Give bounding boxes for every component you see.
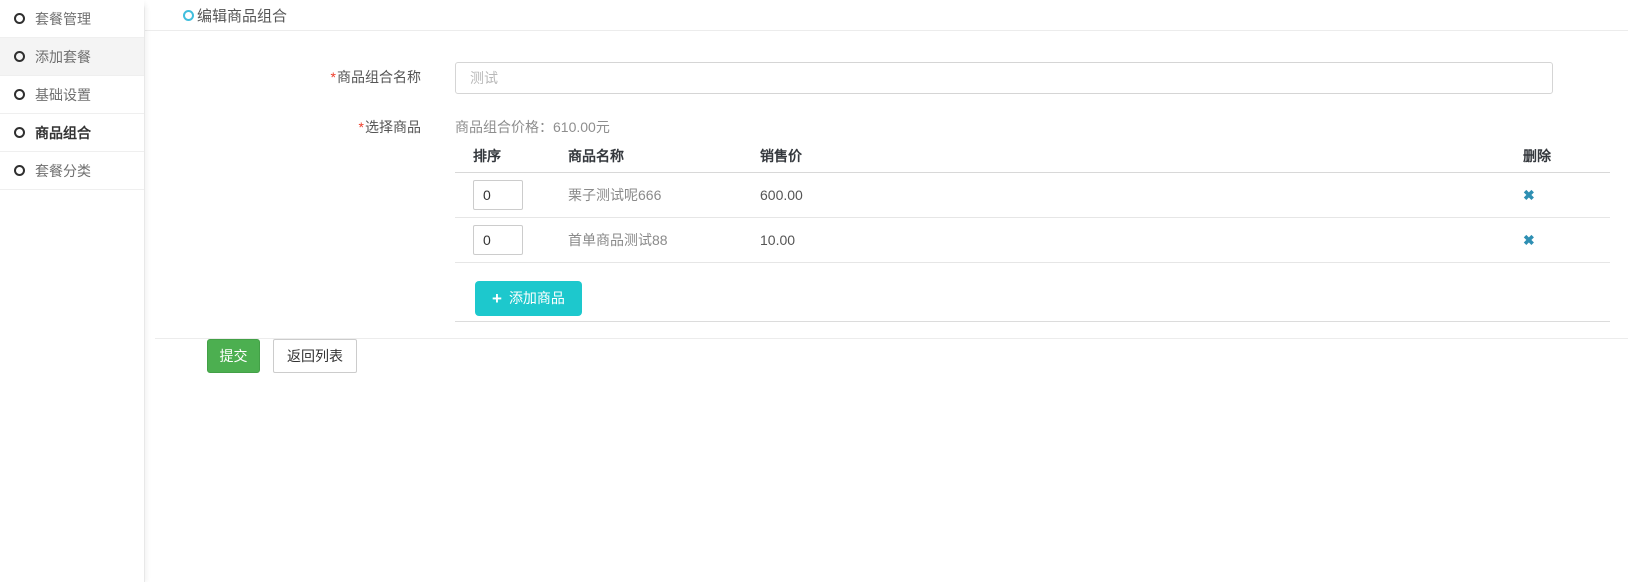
- radio-circle-icon: [14, 13, 25, 24]
- col-header-delete: 删除: [1523, 140, 1610, 172]
- page-title: 编辑商品组合: [197, 5, 287, 26]
- required-asterisk: *: [359, 119, 364, 135]
- combination-name-input[interactable]: [455, 62, 1553, 94]
- add-goods-button[interactable]: + 添加商品: [475, 281, 582, 316]
- required-asterisk: *: [331, 69, 336, 85]
- plus-icon: +: [492, 290, 502, 307]
- goods-name: 栗子测试呢666: [568, 172, 760, 217]
- delete-row-button[interactable]: ✖: [1523, 188, 1535, 202]
- goods-price: 10.00: [760, 217, 1523, 262]
- radio-circle-icon: [14, 89, 25, 100]
- col-header-price: 销售价: [760, 140, 1523, 172]
- combination-name-label: *商品组合名称: [150, 67, 421, 87]
- delete-row-button[interactable]: ✖: [1523, 233, 1535, 247]
- x-icon: ✖: [1523, 232, 1535, 248]
- circle-icon: [183, 10, 194, 21]
- sidebar-item-label: 套餐管理: [35, 9, 91, 29]
- footer-divider: [155, 338, 1628, 339]
- radio-circle-icon: [14, 165, 25, 176]
- goods-table: 排序 商品名称 销售价 删除 栗子测试呢666 600.00 ✖: [455, 140, 1610, 322]
- select-goods-label: *选择商品: [150, 117, 421, 137]
- sidebar-item-product-combination[interactable]: 商品组合: [0, 114, 144, 152]
- sidebar-item-package-management[interactable]: 套餐管理: [0, 0, 144, 38]
- submit-button[interactable]: 提交: [207, 339, 260, 373]
- sidebar-item-label: 基础设置: [35, 85, 91, 105]
- x-icon: ✖: [1523, 187, 1535, 203]
- page-header: 编辑商品组合: [145, 0, 1628, 31]
- sidebar: 套餐管理 添加套餐 基础设置 商品组合 套餐分类: [0, 0, 145, 582]
- price-value: 610.00元: [553, 119, 610, 135]
- goods-price: 600.00: [760, 172, 1523, 217]
- price-label: 商品组合价格：: [455, 119, 553, 135]
- main-content: 编辑商品组合 *商品组合名称 *选择商品 商品组合价格：610.00元 排序 商…: [145, 0, 1628, 582]
- add-goods-row: + 添加商品: [455, 262, 1610, 321]
- table-row: 栗子测试呢666 600.00 ✖: [455, 172, 1610, 217]
- col-header-sort: 排序: [455, 140, 568, 172]
- back-to-list-button[interactable]: 返回列表: [273, 339, 357, 373]
- sidebar-item-label: 套餐分类: [35, 161, 91, 181]
- sidebar-item-label: 商品组合: [35, 123, 91, 143]
- combination-price-summary: 商品组合价格：610.00元: [455, 117, 610, 137]
- add-goods-label: 添加商品: [509, 288, 565, 308]
- goods-name: 首单商品测试88: [568, 217, 760, 262]
- sort-input[interactable]: [473, 225, 523, 255]
- radio-circle-icon: [14, 51, 25, 62]
- col-header-name: 商品名称: [568, 140, 760, 172]
- sidebar-item-package-category[interactable]: 套餐分类: [0, 152, 144, 190]
- sort-input[interactable]: [473, 180, 523, 210]
- radio-circle-icon: [14, 127, 25, 138]
- table-header-row: 排序 商品名称 销售价 删除: [455, 140, 1610, 172]
- sidebar-item-label: 添加套餐: [35, 47, 91, 67]
- sidebar-item-add-package[interactable]: 添加套餐: [0, 38, 144, 76]
- sidebar-item-basic-settings[interactable]: 基础设置: [0, 76, 144, 114]
- table-row: 首单商品测试88 10.00 ✖: [455, 217, 1610, 262]
